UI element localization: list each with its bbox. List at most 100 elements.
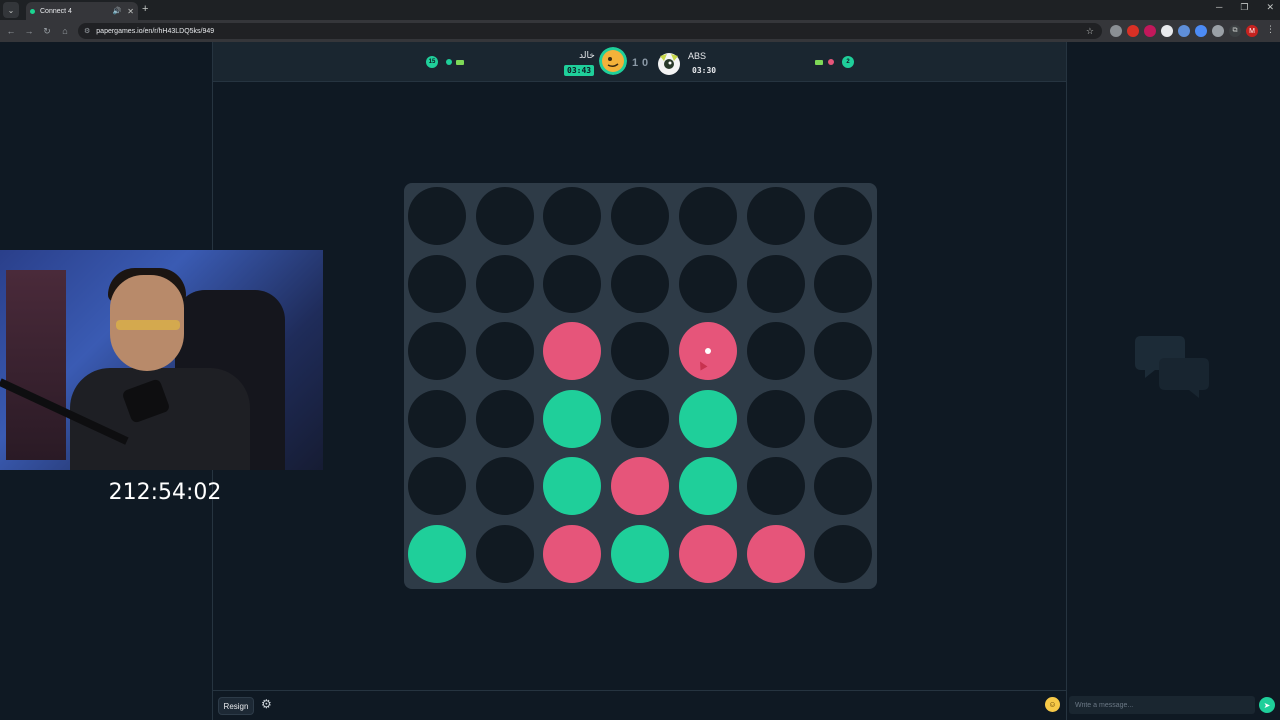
browser-toolbar: ← → ↻ ⌂ ⚙ papergames.io/en/r/hH43LDQ5ks/… <box>0 20 1280 42</box>
game-panel: 15 خالد 03:43 1 0 ABS 03:30 2 Resign ⚙ ☺ <box>212 42 1067 720</box>
board-cell-empty[interactable] <box>814 255 872 313</box>
board-cell-empty[interactable] <box>408 390 466 448</box>
board-cell-green[interactable] <box>679 457 737 515</box>
speaker-icon[interactable]: 🔊 <box>113 7 122 15</box>
game-footer: Resign ⚙ ☺ <box>213 690 1066 720</box>
right-player-timer: 03:30 <box>692 66 717 75</box>
extensions-row: ⧉ <box>1110 25 1241 37</box>
forward-icon[interactable]: → <box>20 26 38 36</box>
close-tab-icon[interactable]: ✕ <box>127 7 134 16</box>
board-cell-empty[interactable] <box>814 322 872 380</box>
extension-icon[interactable] <box>1212 25 1224 37</box>
board-cell-empty[interactable] <box>814 390 872 448</box>
board-cell-empty[interactable] <box>747 187 805 245</box>
right-player-flag-icon <box>815 60 823 65</box>
board-cell-empty[interactable] <box>814 457 872 515</box>
stream-elapsed-timer: 212:54:02 <box>108 480 222 505</box>
board-cell-empty[interactable] <box>747 322 805 380</box>
left-player-timer: 03:43 <box>564 65 595 76</box>
extension-icon[interactable] <box>1195 25 1207 37</box>
chat-message-input[interactable] <box>1069 696 1255 714</box>
board-cell-empty[interactable] <box>476 255 534 313</box>
url-text: papergames.io/en/r/hH43LDQ5ks/949 <box>96 27 215 35</box>
board-cell-empty[interactable] <box>408 322 466 380</box>
new-tab-icon[interactable]: + <box>142 3 148 15</box>
board-cell-empty[interactable] <box>476 322 534 380</box>
send-message-icon[interactable]: ➤ <box>1259 697 1275 713</box>
reload-icon[interactable]: ↻ <box>38 26 56 37</box>
settings-gear-icon[interactable]: ⚙ <box>261 697 272 711</box>
board-cell-green[interactable] <box>679 390 737 448</box>
window-controls: ─ ❐ ✕ <box>1216 2 1274 13</box>
left-player-flag-icon <box>456 60 464 65</box>
board-cell-empty[interactable] <box>543 187 601 245</box>
board-cell-empty[interactable] <box>611 187 669 245</box>
home-icon[interactable]: ⌂ <box>56 26 74 36</box>
board-cell-empty[interactable] <box>814 187 872 245</box>
board-cell-empty[interactable] <box>611 390 669 448</box>
board-cell-empty[interactable] <box>747 255 805 313</box>
score-header: 15 خالد 03:43 1 0 ABS 03:30 2 <box>213 42 1066 82</box>
tab-title: Connect 4 <box>40 7 72 15</box>
board-cell-empty[interactable] <box>476 457 534 515</box>
chat-empty-icon <box>1135 336 1209 398</box>
board-cell-green[interactable] <box>611 525 669 583</box>
right-player-badge: 2 <box>842 56 854 68</box>
board-cell-empty[interactable] <box>476 525 534 583</box>
close-window-icon[interactable]: ✕ <box>1266 2 1274 13</box>
board-cell-red[interactable] <box>679 322 737 380</box>
board-cell-empty[interactable] <box>543 255 601 313</box>
board-cell-empty[interactable] <box>408 457 466 515</box>
last-move-marker <box>705 348 711 354</box>
right-player-color-dot <box>828 59 834 65</box>
restore-icon[interactable]: ❐ <box>1240 2 1248 13</box>
board-cell-empty[interactable] <box>476 390 534 448</box>
browser-menu-icon[interactable]: ⋮ <box>1266 24 1275 35</box>
board-cell-green[interactable] <box>408 525 466 583</box>
right-player-avatar <box>658 53 680 75</box>
extension-icon[interactable] <box>1110 25 1122 37</box>
browser-tab[interactable]: Connect 4 🔊 ✕ <box>26 2 138 20</box>
minimize-icon[interactable]: ─ <box>1216 2 1222 13</box>
extension-icon[interactable] <box>1144 25 1156 37</box>
board-cell-red[interactable] <box>747 525 805 583</box>
board-cell-red[interactable] <box>679 525 737 583</box>
extension-icon[interactable] <box>1178 25 1190 37</box>
emoji-icon[interactable]: ☺ <box>1045 697 1060 712</box>
board-cell-green[interactable] <box>543 457 601 515</box>
board-cell-empty[interactable] <box>611 255 669 313</box>
board-cell-green[interactable] <box>543 390 601 448</box>
board-cell-empty[interactable] <box>408 255 466 313</box>
left-player-name: خالد <box>579 50 595 60</box>
profile-avatar[interactable]: M <box>1246 25 1258 37</box>
tab-favicon-icon <box>30 8 35 14</box>
board-cell-empty[interactable] <box>679 255 737 313</box>
extension-icon[interactable] <box>1127 25 1139 37</box>
board-cell-empty[interactable] <box>476 187 534 245</box>
site-info-icon[interactable]: ⚙ <box>84 27 90 35</box>
left-player-badge: 15 <box>426 56 438 68</box>
board-cell-red[interactable] <box>543 525 601 583</box>
left-player-color-dot <box>446 59 452 65</box>
address-bar[interactable]: ⚙ papergames.io/en/r/hH43LDQ5ks/949 ☆ <box>78 23 1102 39</box>
page: 15 خالد 03:43 1 0 ABS 03:30 2 Resign ⚙ ☺… <box>0 42 1280 720</box>
board-cell-empty[interactable] <box>611 322 669 380</box>
bookmark-star-icon[interactable]: ☆ <box>1086 26 1094 37</box>
extensions-puzzle-icon[interactable]: ⧉ <box>1229 25 1241 37</box>
extension-icon[interactable] <box>1161 25 1173 37</box>
webcam-overlay <box>0 250 323 470</box>
right-player-name: ABS <box>688 51 707 61</box>
board-cell-red[interactable] <box>611 457 669 515</box>
left-player-avatar <box>599 47 627 75</box>
board-cell-empty[interactable] <box>814 525 872 583</box>
board-cell-empty[interactable] <box>747 390 805 448</box>
board-cell-red[interactable] <box>543 322 601 380</box>
board-cell-empty[interactable] <box>747 457 805 515</box>
back-icon[interactable]: ← <box>2 26 20 36</box>
resign-button[interactable]: Resign <box>218 697 254 715</box>
browser-tab-bar: ⌄ Connect 4 🔊 ✕ + ─ ❐ ✕ <box>0 0 1280 20</box>
connect4-board[interactable] <box>404 183 877 589</box>
board-cell-empty[interactable] <box>408 187 466 245</box>
tab-search-icon[interactable]: ⌄ <box>3 2 19 18</box>
board-cell-empty[interactable] <box>679 187 737 245</box>
